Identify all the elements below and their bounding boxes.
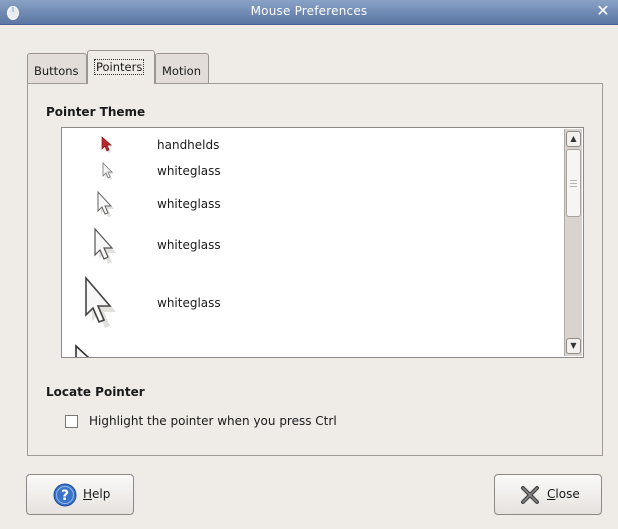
title-bar: Mouse Preferences ✕ bbox=[0, 0, 618, 25]
help-label: Help bbox=[83, 487, 111, 501]
theme-name: whiteglass bbox=[157, 238, 221, 252]
svg-text:?: ? bbox=[61, 488, 69, 504]
tab-label: Buttons bbox=[34, 64, 79, 78]
list-item[interactable]: whiteglass bbox=[62, 188, 565, 222]
help-button[interactable]: ? Help bbox=[26, 474, 134, 515]
white-arrow-cursor-icon-large bbox=[94, 227, 116, 264]
list-item[interactable]: whiteglass bbox=[62, 224, 565, 268]
list-item-partial[interactable] bbox=[62, 340, 565, 357]
tab-pointers[interactable]: Pointers bbox=[87, 50, 155, 84]
list-item[interactable]: whiteglass bbox=[62, 161, 565, 185]
locate-pointer-heading: Locate Pointer bbox=[46, 385, 145, 399]
close-x-icon bbox=[521, 486, 539, 504]
close-button[interactable]: Close bbox=[494, 474, 602, 515]
help-icon: ? bbox=[53, 483, 77, 507]
theme-name: whiteglass bbox=[157, 197, 221, 211]
window-title: Mouse Preferences bbox=[250, 4, 368, 18]
theme-name: whiteglass bbox=[157, 164, 221, 178]
white-arrow-cursor-icon-small bbox=[102, 162, 114, 180]
pointer-theme-heading: Pointer Theme bbox=[46, 105, 146, 119]
theme-name: handhelds bbox=[157, 138, 220, 152]
close-label: Close bbox=[547, 487, 580, 501]
scrollbar-thumb[interactable] bbox=[566, 149, 581, 217]
tab-motion[interactable]: Motion bbox=[155, 53, 209, 83]
theme-name: whiteglass bbox=[157, 296, 221, 310]
tab-buttons[interactable]: Buttons bbox=[27, 53, 87, 83]
scroll-up-button[interactable]: ▲ bbox=[566, 131, 581, 147]
white-arrow-cursor-icon-xlarge bbox=[85, 275, 116, 328]
tab-label: Pointers bbox=[94, 59, 145, 75]
list-scrollbar[interactable]: ▲ ▼ bbox=[564, 129, 582, 356]
white-arrow-cursor-icon-medium bbox=[97, 190, 114, 217]
list-item[interactable]: whiteglass bbox=[62, 272, 565, 334]
highlight-pointer-checkbox[interactable] bbox=[65, 415, 78, 428]
cursor-icon-partial bbox=[75, 344, 90, 357]
list-item[interactable]: handhelds bbox=[62, 136, 565, 158]
pointer-theme-list[interactable]: handhelds whiteglass whiteglass whitegla… bbox=[61, 127, 584, 358]
red-arrow-cursor-icon bbox=[101, 136, 113, 153]
highlight-pointer-label[interactable]: Highlight the pointer when you press Ctr… bbox=[89, 414, 337, 428]
close-window-icon[interactable]: ✕ bbox=[594, 2, 612, 20]
scroll-down-button[interactable]: ▼ bbox=[566, 338, 581, 354]
tab-label: Motion bbox=[162, 64, 201, 78]
